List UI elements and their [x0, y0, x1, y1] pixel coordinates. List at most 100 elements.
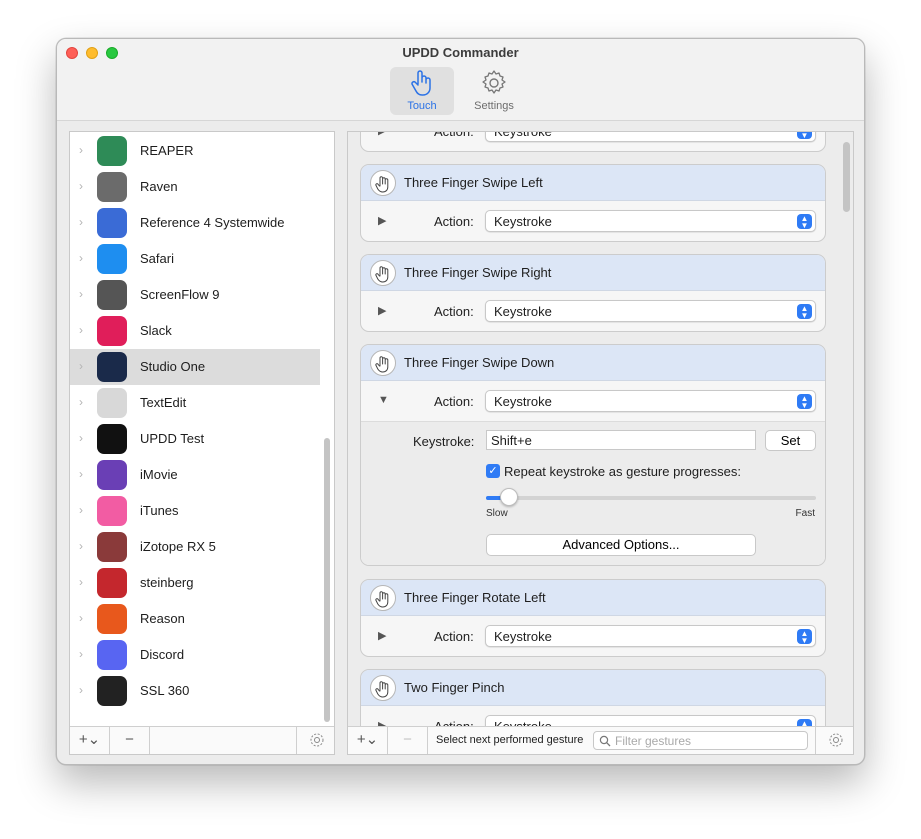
- gesture-list-pane: ▶ Action: Keystroke ▲▼ Three Finger Swip…: [347, 131, 854, 755]
- app-row[interactable]: › Reason: [70, 601, 320, 637]
- set-keystroke-button[interactable]: Set: [765, 430, 816, 451]
- action-select[interactable]: Keystroke ▲▼: [485, 300, 816, 322]
- disclosure-triangle-icon[interactable]: ▶: [378, 214, 386, 227]
- toolbar-settings-tab[interactable]: Settings: [462, 67, 526, 115]
- action-select[interactable]: Keystroke ▲▼: [485, 625, 816, 647]
- gesture-card-header[interactable]: Two Finger Pinch: [361, 670, 825, 706]
- action-select[interactable]: Keystroke ▲▼: [485, 132, 816, 142]
- chevron-right-icon[interactable]: ›: [79, 396, 89, 408]
- toolbar-touch-tab[interactable]: Touch: [390, 67, 454, 115]
- hand-gesture-icon: [370, 350, 396, 376]
- updown-arrows-icon: ▲▼: [797, 214, 812, 230]
- gesture-action-row: ▶ Action: Keystroke ▲▼: [361, 131, 825, 151]
- raven-icon: [97, 172, 127, 202]
- disclosure-triangle-icon[interactable]: ▶: [378, 629, 386, 642]
- left-scrollbar[interactable]: [324, 438, 330, 722]
- app-row[interactable]: › ScreenFlow 9: [70, 277, 320, 313]
- app-row[interactable]: › iMovie: [70, 457, 320, 493]
- right-scrollbar[interactable]: [843, 142, 850, 212]
- app-name: UPDD Test: [140, 431, 205, 446]
- hand-gesture-icon: [370, 260, 396, 286]
- select-next-gesture-label[interactable]: Select next performed gesture: [436, 734, 583, 746]
- gesture-card-header[interactable]: Three Finger Swipe Right: [361, 255, 825, 291]
- app-name: steinberg: [140, 575, 194, 590]
- chevron-right-icon[interactable]: ›: [79, 468, 89, 480]
- app-window: UPDD Commander Touch Settings › REAPER › Ra…: [56, 38, 865, 765]
- gesture-title: Three Finger Rotate Left: [404, 590, 546, 605]
- app-name: Reason: [140, 611, 185, 626]
- chevron-right-icon[interactable]: ›: [79, 216, 89, 228]
- app-row[interactable]: › Safari: [70, 241, 320, 277]
- add-application-button[interactable]: +⌄: [70, 727, 110, 754]
- keystroke-field[interactable]: Shift+e: [486, 430, 756, 450]
- app-name: iTunes: [140, 503, 179, 518]
- chevron-right-icon[interactable]: ›: [79, 324, 89, 336]
- chevron-right-icon[interactable]: ›: [79, 576, 89, 588]
- window-title: UPDD Commander: [402, 45, 519, 60]
- app-row[interactable]: › Raven: [70, 169, 320, 205]
- chevron-right-icon[interactable]: ›: [79, 540, 89, 552]
- gesture-card-header[interactable]: Three Finger Swipe Down: [361, 345, 825, 381]
- chevron-right-icon[interactable]: ›: [79, 504, 89, 516]
- safari-icon: [97, 244, 127, 274]
- app-row[interactable]: › SSL 360: [70, 673, 320, 709]
- action-label: Action:: [434, 131, 474, 139]
- title-bar: UPDD Commander Touch Settings: [57, 39, 864, 121]
- gesture-card: Three Finger Rotate Left ▶ Action: Keystrok…: [360, 579, 826, 657]
- repeat-speed-slider[interactable]: [486, 496, 816, 500]
- remove-application-button[interactable]: −: [110, 727, 150, 754]
- remove-gesture-button[interactable]: −: [388, 727, 428, 754]
- chevron-right-icon[interactable]: ›: [79, 144, 89, 156]
- chevron-right-icon[interactable]: ›: [79, 252, 89, 264]
- app-name: Safari: [140, 251, 174, 266]
- app-row[interactable]: › REAPER: [70, 133, 320, 169]
- gesture-settings-button[interactable]: [815, 727, 853, 754]
- gesture-card-partial-top: ▶ Action: Keystroke ▲▼: [360, 131, 826, 152]
- gesture-card: Three Finger Swipe Right ▶ Action: Keystrok…: [360, 254, 826, 332]
- action-select[interactable]: Keystroke ▲▼: [485, 390, 816, 412]
- application-list[interactable]: › REAPER › Raven › Reference 4 Systemwide › Saf…: [70, 132, 320, 726]
- chevron-right-icon[interactable]: ›: [79, 684, 89, 696]
- keystroke-options-panel: Keystroke: Shift+e Set ✓ Repeat keystroke as…: [361, 421, 825, 565]
- hand-touch-icon: [411, 70, 431, 96]
- chevron-right-icon[interactable]: ›: [79, 360, 89, 372]
- disclosure-triangle-icon[interactable]: ▶: [378, 304, 386, 317]
- gesture-card-header[interactable]: Three Finger Swipe Left: [361, 165, 825, 201]
- gesture-title: Three Finger Swipe Down: [404, 355, 555, 370]
- app-name: Studio One: [140, 359, 206, 374]
- app-row[interactable]: › Slack: [70, 313, 320, 349]
- chevron-right-icon[interactable]: ›: [79, 288, 89, 300]
- izotope-icon: [97, 532, 127, 562]
- repeat-keystroke-label: Repeat keystroke as gesture progresses:: [504, 464, 742, 479]
- app-row[interactable]: › Discord: [70, 637, 320, 673]
- action-select[interactable]: Keystroke ▲▼: [485, 210, 816, 232]
- chevron-right-icon[interactable]: ›: [79, 180, 89, 192]
- app-row[interactable]: › Studio One: [70, 349, 320, 385]
- steinberg-icon: [97, 568, 127, 598]
- add-gesture-button[interactable]: +⌄: [348, 727, 388, 754]
- app-row[interactable]: › iZotope RX 5: [70, 529, 320, 565]
- action-select-value: Keystroke: [494, 629, 552, 644]
- filter-gestures-input[interactable]: Filter gestures: [593, 731, 808, 750]
- app-row[interactable]: › steinberg: [70, 565, 320, 601]
- textedit-icon: [97, 388, 127, 418]
- chevron-right-icon[interactable]: ›: [79, 648, 89, 660]
- reason-icon: [97, 604, 127, 634]
- action-select-value: Keystroke: [494, 394, 552, 409]
- advanced-options-button[interactable]: Advanced Options...: [486, 534, 756, 556]
- gesture-card-header[interactable]: Three Finger Rotate Left: [361, 580, 825, 616]
- chevron-right-icon[interactable]: ›: [79, 612, 89, 624]
- app-row[interactable]: › TextEdit: [70, 385, 320, 421]
- app-row[interactable]: › iTunes: [70, 493, 320, 529]
- repeat-keystroke-checkbox[interactable]: ✓: [486, 464, 500, 478]
- app-name: Raven: [140, 179, 178, 194]
- chevron-right-icon[interactable]: ›: [79, 432, 89, 444]
- app-row[interactable]: › Reference 4 Systemwide: [70, 205, 320, 241]
- app-settings-button[interactable]: [296, 727, 336, 754]
- slider-knob[interactable]: [500, 488, 519, 506]
- gesture-title: Three Finger Swipe Right: [404, 265, 552, 280]
- disclosure-triangle-down-icon[interactable]: ▼: [378, 394, 389, 406]
- disclosure-triangle-icon[interactable]: ▶: [378, 132, 386, 137]
- app-row[interactable]: › UPDD Test: [70, 421, 320, 457]
- gesture-card: Three Finger Swipe Down ▼ Action: Keystroke…: [360, 344, 826, 566]
